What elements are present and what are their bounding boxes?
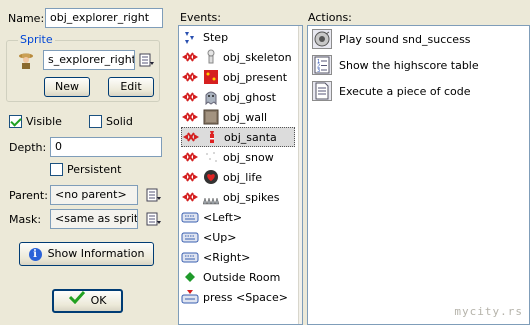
event-item-collision-selected[interactable]: obj_santa <box>181 127 295 147</box>
events-title: Events: <box>180 11 221 24</box>
visible-checkbox[interactable] <box>9 115 22 128</box>
event-label: obj_skeleton <box>223 50 292 64</box>
watermark: mycity.rs <box>454 305 523 318</box>
event-label: obj_wall <box>223 110 268 124</box>
events-list-edge <box>298 26 302 324</box>
svg-text:3: 3 <box>317 68 320 74</box>
mask-label: Mask: <box>9 213 42 226</box>
object-thumb-icon <box>203 149 219 165</box>
event-label: <Left> <box>203 210 243 224</box>
visible-label: Visible <box>26 115 62 128</box>
collision-icon <box>181 109 199 125</box>
event-item-outside-room[interactable]: Outside Room <box>181 267 295 287</box>
sprite-field[interactable]: s_explorer_right <box>43 50 135 70</box>
mask-field[interactable]: <same as sprite> <box>50 209 138 229</box>
event-item-collision[interactable]: obj_spikes <box>181 187 295 207</box>
event-label: obj_spikes <box>223 190 280 204</box>
object-thumb-icon <box>203 169 219 185</box>
persistent-checkbox[interactable] <box>50 163 63 176</box>
select-parent-menu-icon[interactable] <box>146 187 162 203</box>
solid-checkbox[interactable] <box>89 115 102 128</box>
event-label: <Right> <box>203 250 251 264</box>
object-thumb-icon <box>204 129 220 145</box>
name-label: Name: <box>8 12 45 25</box>
sprite-preview-icon <box>17 52 35 70</box>
event-item-collision[interactable]: obj_life <box>181 167 295 187</box>
keyboard-icon <box>181 229 199 245</box>
key-press-icon <box>181 289 199 305</box>
object-thumb-icon <box>203 49 219 65</box>
event-item-key-press[interactable]: press <Space> <box>181 287 295 307</box>
sound-icon <box>312 29 332 49</box>
object-thumb-icon <box>203 69 219 85</box>
parent-field[interactable]: <no parent> <box>50 185 138 205</box>
event-item-collision[interactable]: obj_wall <box>181 107 295 127</box>
new-sprite-button[interactable]: New <box>44 77 90 97</box>
select-sprite-menu-icon[interactable] <box>139 52 155 68</box>
event-item-collision[interactable]: obj_snow <box>181 147 295 167</box>
event-item-keyboard[interactable]: <Up> <box>181 227 295 247</box>
collision-icon <box>181 169 199 185</box>
highscore-icon: 123 <box>312 55 332 75</box>
checkmark-icon <box>68 290 85 312</box>
event-label: <Up> <box>203 230 237 244</box>
parent-label: Parent: <box>9 189 48 202</box>
show-information-label: Show Information <box>47 247 145 260</box>
collision-icon <box>181 69 199 85</box>
ok-button[interactable]: OK <box>52 289 123 313</box>
ok-label: OK <box>90 294 107 307</box>
action-item-play-sound[interactable]: Play sound snd_success <box>312 28 471 50</box>
event-item-keyboard[interactable]: <Right> <box>181 247 295 267</box>
event-label: Step <box>203 30 229 44</box>
collision-icon <box>181 49 199 65</box>
action-label: Play sound snd_success <box>339 32 471 46</box>
event-label: obj_santa <box>224 130 277 144</box>
action-item-execute-code[interactable]: Execute a piece of code <box>312 80 470 102</box>
keyboard-icon <box>181 249 199 265</box>
action-label: Show the highscore table <box>339 58 479 72</box>
depth-field[interactable]: 0 <box>50 137 162 157</box>
solid-label: Solid <box>106 115 133 128</box>
show-information-button[interactable]: i Show Information <box>19 242 154 266</box>
event-label: obj_life <box>223 170 263 184</box>
step-icon <box>181 29 199 45</box>
event-label: press <Space> <box>203 290 288 304</box>
name-field[interactable]: obj_explorer_right <box>45 8 163 28</box>
keyboard-icon <box>181 209 199 225</box>
depth-label: Depth: <box>9 141 47 154</box>
outside-room-icon <box>181 269 199 285</box>
persistent-label: Persistent <box>67 163 122 176</box>
object-thumb-icon <box>203 89 219 105</box>
events-list[interactable]: Step obj_skeleton obj_present obj_ghost … <box>178 25 303 325</box>
collision-icon <box>182 129 200 145</box>
event-item-step[interactable]: Step <box>181 27 295 47</box>
object-thumb-icon <box>203 189 219 205</box>
select-mask-menu-icon[interactable] <box>146 211 162 227</box>
actions-title: Actions: <box>308 11 352 24</box>
actions-list[interactable]: Play sound snd_success 123 Show the high… <box>307 25 530 325</box>
action-item-show-highscore[interactable]: 123 Show the highscore table <box>312 54 479 76</box>
object-thumb-icon <box>203 109 219 125</box>
event-item-collision[interactable]: obj_skeleton <box>181 47 295 67</box>
event-label: obj_snow <box>223 150 274 164</box>
event-item-collision[interactable]: obj_present <box>181 67 295 87</box>
event-item-collision[interactable]: obj_ghost <box>181 87 295 107</box>
collision-icon <box>181 89 199 105</box>
info-icon: i <box>28 247 42 261</box>
event-item-keyboard[interactable]: <Left> <box>181 207 295 227</box>
event-label: obj_present <box>223 70 288 84</box>
action-label: Execute a piece of code <box>339 84 471 98</box>
collision-icon <box>181 149 199 165</box>
edit-sprite-button[interactable]: Edit <box>108 77 154 97</box>
event-label: Outside Room <box>203 270 281 284</box>
collision-icon <box>181 189 199 205</box>
sprite-group-title: Sprite <box>18 33 55 46</box>
code-icon <box>312 81 332 101</box>
event-label: obj_ghost <box>223 90 276 104</box>
